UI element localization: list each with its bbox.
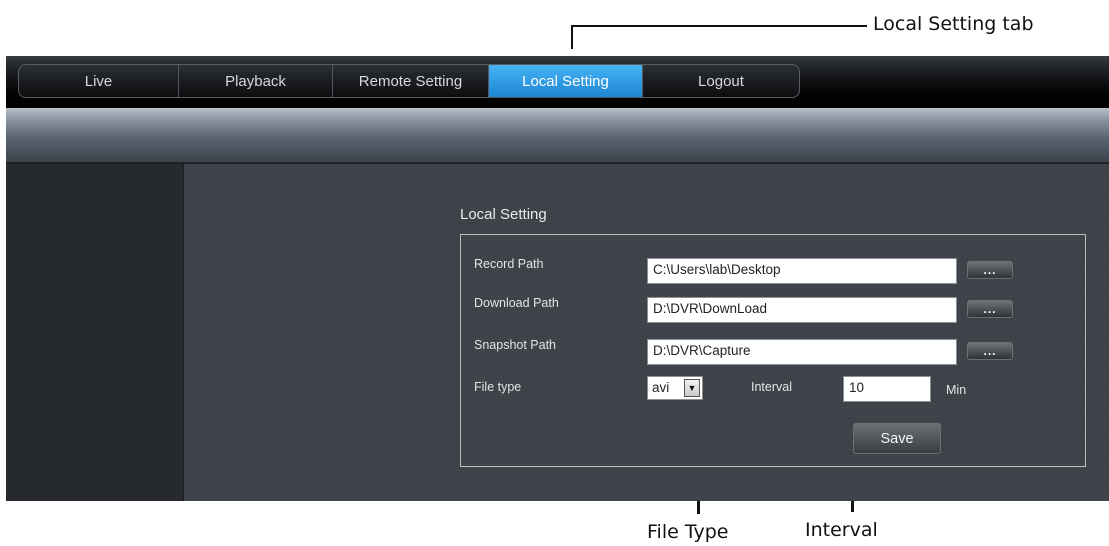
top-navigation-bar: Live Playback Remote Setting Local Setti… [6,56,1109,108]
left-sidebar [6,164,184,501]
dvr-web-client: Live Playback Remote Setting Local Setti… [6,56,1109,501]
interval-label: Interval [751,380,792,394]
snapshot-path-browse-button[interactable]: ... [967,342,1013,360]
interval-input[interactable]: 10 [843,376,931,402]
record-path-label: Record Path [474,257,544,271]
callout-file-type: File Type [647,521,729,543]
tab-live[interactable]: Live [19,65,179,97]
callout-line-local-setting-vertical [571,25,573,49]
snapshot-path-label: Snapshot Path [474,338,557,352]
tab-playback[interactable]: Playback [179,65,333,97]
callout-local-setting-tab: Local Setting tab [873,13,1034,35]
record-path-browse-button[interactable]: ... [967,261,1013,279]
main-panel: Local Setting Record Path C:\Users\lab\D… [184,164,1109,501]
snapshot-path-input[interactable]: D:\DVR\Capture [647,339,957,365]
record-path-input[interactable]: C:\Users\lab\Desktop [647,258,957,284]
tab-local-setting[interactable]: Local Setting [489,65,643,97]
file-type-value: avi [652,380,670,395]
file-type-select[interactable]: avi ▼ [647,376,703,400]
file-type-label: File type [474,380,522,394]
interval-unit: Min [946,383,967,397]
download-path-label: Download Path [474,296,559,310]
tab-remote-setting[interactable]: Remote Setting [333,65,489,97]
callout-line-local-setting-horizontal [571,25,867,27]
section-title: Local Setting [460,206,547,223]
tab-strip: Live Playback Remote Setting Local Setti… [18,64,800,98]
chevron-down-icon[interactable]: ▼ [684,379,700,397]
header-banner [6,108,1109,164]
tab-logout[interactable]: Logout [643,65,799,97]
download-path-browse-button[interactable]: ... [967,300,1013,318]
local-setting-form: Record Path C:\Users\lab\Desktop ... Dow… [460,234,1086,467]
callout-interval: Interval [805,519,878,541]
download-path-input[interactable]: D:\DVR\DownLoad [647,297,957,323]
save-button[interactable]: Save [853,423,941,454]
